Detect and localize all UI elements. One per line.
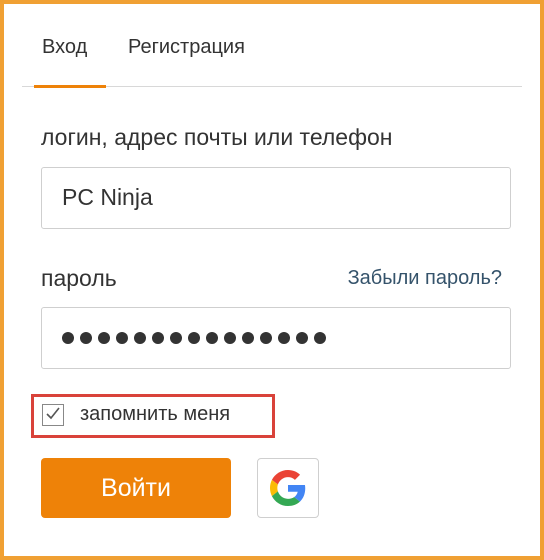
tab-bar: Вход Регистрация (22, 34, 522, 88)
password-mask-dot (152, 332, 164, 344)
google-icon (270, 470, 306, 506)
remember-me-label[interactable]: запомнить меня (80, 403, 230, 426)
active-tab-indicator (34, 85, 106, 88)
tab-login[interactable]: Вход (42, 36, 87, 59)
password-mask-dot (62, 332, 74, 344)
checkmark-icon (46, 407, 60, 420)
remember-me-checkbox[interactable] (42, 404, 64, 426)
login-input-value: PC Ninja (62, 184, 153, 210)
password-mask-dot (80, 332, 92, 344)
login-input[interactable]: PC Ninja (41, 167, 511, 229)
forgot-password-link[interactable]: Забыли пароль? (348, 267, 502, 290)
login-button[interactable]: Войти (41, 458, 231, 518)
password-mask-dot (134, 332, 146, 344)
password-mask-dot (224, 332, 236, 344)
password-mask-dot (98, 332, 110, 344)
password-mask-dot (206, 332, 218, 344)
password-mask-dot (296, 332, 308, 344)
password-mask-dot (314, 332, 326, 344)
password-field-label: пароль (41, 265, 117, 291)
tab-register[interactable]: Регистрация (128, 36, 245, 59)
password-mask (62, 332, 326, 344)
password-input[interactable] (41, 307, 511, 369)
login-panel: Вход Регистрация логин, адрес почты или … (0, 0, 544, 560)
password-mask-dot (260, 332, 272, 344)
password-mask-dot (188, 332, 200, 344)
password-mask-dot (116, 332, 128, 344)
password-mask-dot (242, 332, 254, 344)
login-field-label: логин, адрес почты или телефон (41, 124, 393, 150)
password-mask-dot (170, 332, 182, 344)
google-login-button[interactable] (257, 458, 319, 518)
password-mask-dot (278, 332, 290, 344)
